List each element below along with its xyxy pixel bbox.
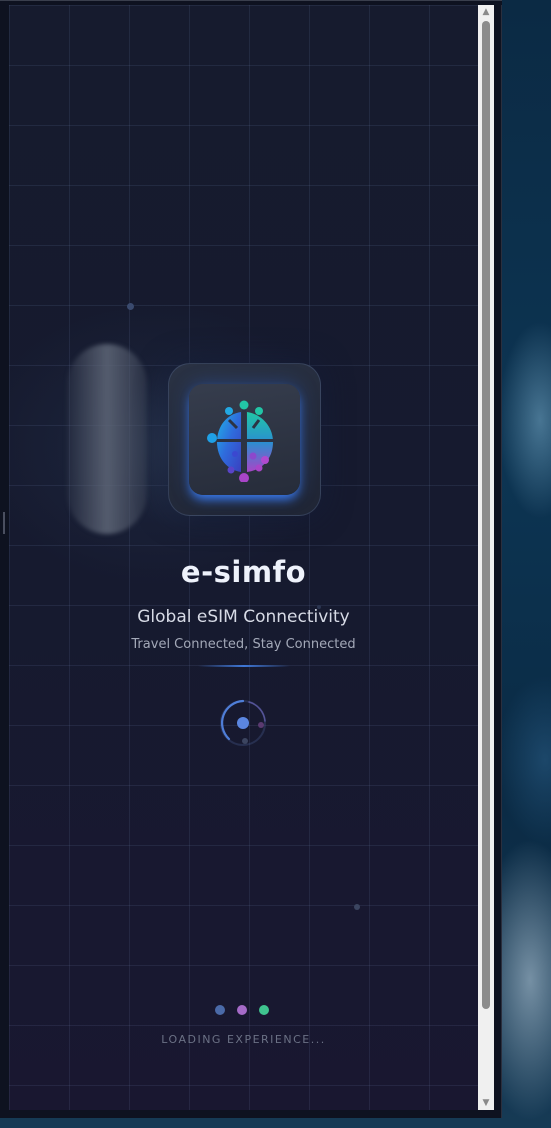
scrollbar-thumb[interactable] xyxy=(482,21,490,1009)
loading-spinner-icon xyxy=(220,699,266,746)
title-divider xyxy=(198,665,290,667)
window-resize-grip[interactable] xyxy=(3,512,5,534)
app-title: e-simfo xyxy=(180,555,307,589)
app-tagline: Travel Connected, Stay Connected xyxy=(131,637,356,652)
loading-text: LOADING EXPERIENCE... xyxy=(161,1033,326,1046)
scroll-up-arrow-icon[interactable]: ▲ xyxy=(478,5,494,19)
app-window: e-simfo Global eSIM Connectivity Travel … xyxy=(0,0,502,1118)
loading-dots xyxy=(215,1005,275,1017)
floating-particle xyxy=(127,303,134,310)
loading-dot-green xyxy=(259,1005,269,1015)
globe-dots-icon xyxy=(207,400,275,482)
app-logo-tile xyxy=(189,384,300,495)
vertical-scrollbar[interactable]: ▲ ▼ xyxy=(478,5,494,1110)
app-logo-frame xyxy=(168,363,321,516)
loading-dot-blue xyxy=(215,1005,225,1015)
floating-particle xyxy=(354,904,360,910)
scroll-down-arrow-icon[interactable]: ▼ xyxy=(478,1096,494,1110)
floating-card-shape xyxy=(67,344,147,534)
app-subtitle: Global eSIM Connectivity xyxy=(137,607,350,627)
splash-screen: e-simfo Global eSIM Connectivity Travel … xyxy=(9,5,478,1110)
loading-dot-purple xyxy=(237,1005,247,1015)
